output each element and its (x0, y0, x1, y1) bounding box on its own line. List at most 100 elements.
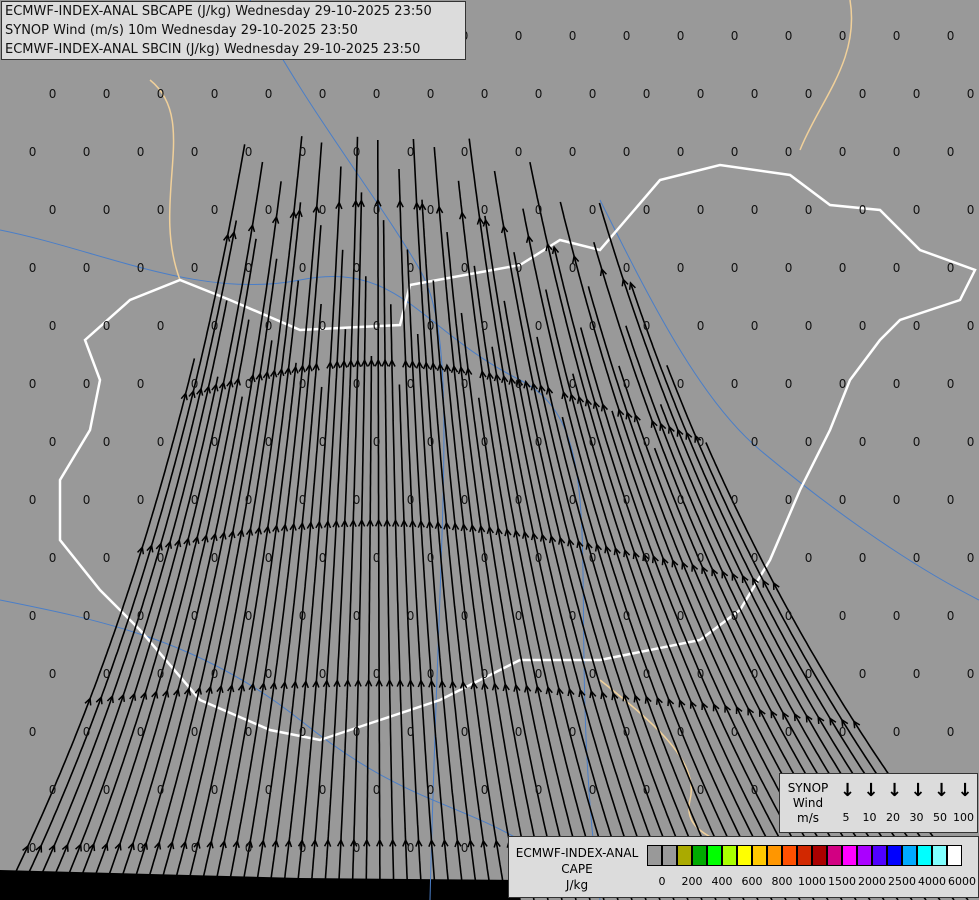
station-value: 0 (103, 87, 111, 101)
station-value: 0 (643, 783, 651, 797)
title-cin: ECMWF-INDEX-ANAL SBCIN (J/kg) Wednesday … (5, 42, 421, 57)
station-value: 0 (191, 493, 199, 507)
station-value: 0 (481, 667, 489, 681)
station-value: 0 (461, 261, 469, 275)
station-value: 0 (535, 87, 543, 101)
station-value: 0 (211, 783, 219, 797)
station-value: 0 (677, 261, 685, 275)
station-value: 0 (643, 435, 651, 449)
station-value: 0 (83, 609, 91, 623)
station-value: 0 (211, 667, 219, 681)
station-value: 0 (157, 783, 165, 797)
station-value: 0 (697, 435, 705, 449)
station-value: 0 (839, 725, 847, 739)
station-value: 0 (407, 261, 415, 275)
wind-legend-unit: m/s (797, 811, 819, 825)
station-value: 0 (137, 841, 145, 855)
station-value: 0 (137, 609, 145, 623)
station-value: 0 (157, 87, 165, 101)
station-value: 0 (731, 145, 739, 159)
station-value: 0 (373, 783, 381, 797)
station-value: 0 (481, 783, 489, 797)
map-background (0, 0, 979, 900)
station-value: 0 (893, 377, 901, 391)
station-value: 0 (731, 261, 739, 275)
cape-scale-label: 0 (658, 875, 666, 888)
station-value: 0 (49, 203, 57, 217)
station-value: 0 (29, 377, 37, 391)
station-value: 0 (751, 783, 759, 797)
cape-color-swatch (932, 845, 947, 866)
station-value: 0 (137, 145, 145, 159)
wind-speed-label: 50 (933, 811, 947, 824)
station-value: 0 (211, 203, 219, 217)
station-value: 0 (373, 667, 381, 681)
cape-color-swatch (662, 845, 677, 866)
station-value: 0 (589, 551, 597, 565)
cape-scale-label: 400 (711, 875, 733, 888)
station-value: 0 (191, 261, 199, 275)
cape-scale-label: 200 (681, 875, 703, 888)
station-value: 0 (245, 609, 253, 623)
station-value: 0 (265, 87, 273, 101)
station-value: 0 (677, 609, 685, 623)
station-value: 0 (859, 319, 867, 333)
station-value: 0 (731, 377, 739, 391)
wind-speed-label: 5 (842, 811, 850, 824)
station-value: 0 (623, 377, 631, 391)
cape-color-swatch (692, 845, 707, 866)
cape-color-swatch (707, 845, 722, 866)
station-value: 0 (83, 377, 91, 391)
station-value: 0 (137, 377, 145, 391)
station-value: 0 (947, 493, 955, 507)
station-value: 0 (785, 377, 793, 391)
station-value: 0 (569, 145, 577, 159)
station-value: 0 (913, 435, 921, 449)
station-value: 0 (893, 609, 901, 623)
station-value: 0 (785, 145, 793, 159)
station-value: 0 (83, 493, 91, 507)
station-value: 0 (319, 87, 327, 101)
station-value: 0 (245, 725, 253, 739)
cape-color-swatch (647, 845, 662, 866)
station-value: 0 (353, 261, 361, 275)
cape-scale-label: 2000 (858, 875, 886, 888)
station-value: 0 (319, 203, 327, 217)
station-value: 0 (643, 319, 651, 333)
station-value: 0 (859, 203, 867, 217)
station-value: 0 (265, 551, 273, 565)
station-value: 0 (947, 29, 955, 43)
station-value: 0 (947, 145, 955, 159)
station-value: 0 (515, 145, 523, 159)
station-value: 0 (103, 435, 111, 449)
wind-arrow-icon: ↓ (910, 780, 926, 801)
wind-arrow-icon: ↓ (887, 780, 903, 801)
station-value: 0 (245, 841, 253, 855)
station-value: 0 (29, 493, 37, 507)
station-value: 0 (589, 319, 597, 333)
wind-arrow-icon: ↓ (863, 780, 879, 801)
station-value: 0 (569, 725, 577, 739)
station-value: 0 (407, 493, 415, 507)
station-value: 0 (947, 377, 955, 391)
station-value: 0 (967, 87, 975, 101)
station-value: 0 (569, 377, 577, 391)
station-value: 0 (265, 435, 273, 449)
station-value: 0 (515, 29, 523, 43)
station-value: 0 (967, 319, 975, 333)
station-value: 0 (137, 493, 145, 507)
title-wind: SYNOP Wind (m/s) 10m Wednesday 29-10-202… (5, 23, 358, 38)
cape-color-swatch (812, 845, 827, 866)
station-value: 0 (191, 377, 199, 391)
station-value: 0 (751, 319, 759, 333)
station-value: 0 (643, 87, 651, 101)
station-value: 0 (535, 551, 543, 565)
station-value: 0 (967, 551, 975, 565)
station-value: 0 (643, 551, 651, 565)
station-value: 0 (191, 725, 199, 739)
station-value: 0 (299, 841, 307, 855)
station-value: 0 (623, 609, 631, 623)
station-value: 0 (677, 493, 685, 507)
cape-color-swatch (827, 845, 842, 866)
station-value: 0 (589, 203, 597, 217)
